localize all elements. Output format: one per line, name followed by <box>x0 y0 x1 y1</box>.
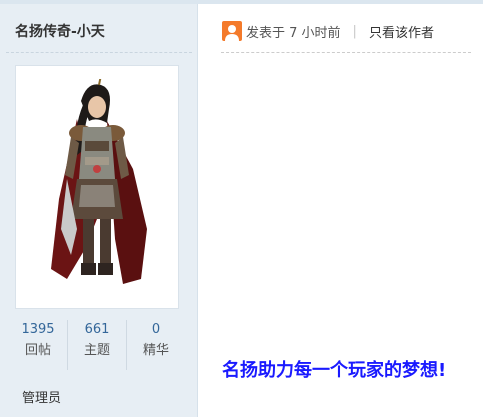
header-separator: | <box>352 23 357 39</box>
stat-replies-label: 回帖 <box>24 343 51 358</box>
post-divider <box>221 52 471 53</box>
stat-replies-value[interactable]: 1395 <box>21 320 54 340</box>
only-view-author-link[interactable]: 只看该作者 <box>369 22 434 41</box>
user-icon <box>222 21 242 41</box>
avatar[interactable] <box>15 65 179 309</box>
stat-digest-label: 精华 <box>142 343 169 358</box>
stat-threads-value[interactable]: 661 <box>85 320 110 340</box>
post-header: 发表于 7 小时前 | 只看该作者 <box>222 20 434 42</box>
post-body-text: 名扬助力每一个玩家的梦想! <box>222 360 447 381</box>
stat-threads-label: 主题 <box>83 343 110 358</box>
stat-threads[interactable]: 661 主题 <box>68 320 127 370</box>
author-role: 管理员 <box>22 391 62 406</box>
author-username[interactable]: 名扬传奇-小天 <box>15 21 105 41</box>
sidebar-divider <box>6 52 192 53</box>
author-stats: 1395 回帖 661 主题 0 精华 <box>9 320 185 370</box>
author-sidebar: 名扬传奇-小天 1395 回帖 661 主题 0 精华 管理员 <box>0 4 198 417</box>
stat-digest[interactable]: 0 精华 <box>127 320 185 370</box>
stat-replies[interactable]: 1395 回帖 <box>9 320 68 370</box>
stat-digest-value[interactable]: 0 <box>152 320 160 340</box>
post-time: 发表于 7 小时前 <box>246 25 341 41</box>
avatar-warrior-image <box>51 79 147 284</box>
